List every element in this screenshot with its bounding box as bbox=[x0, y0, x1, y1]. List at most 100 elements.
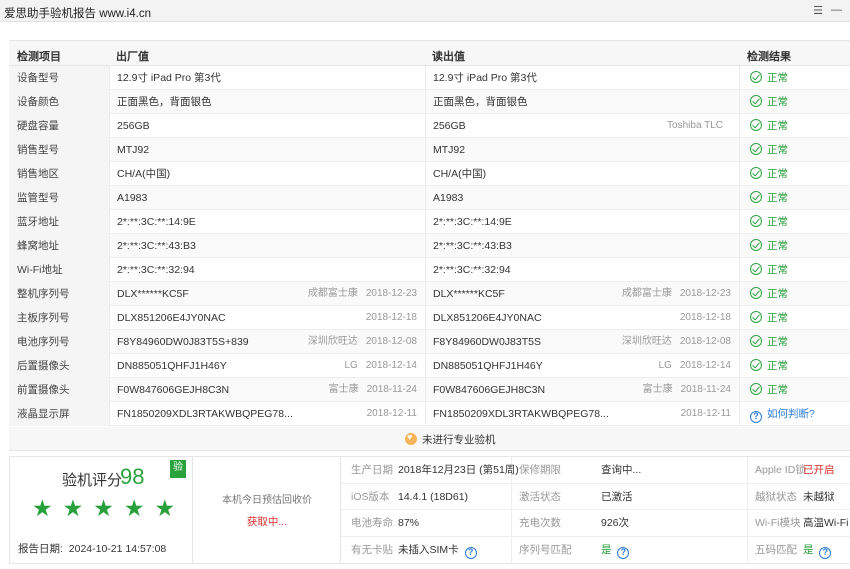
info-key: 充电次数 bbox=[519, 517, 561, 529]
result-text: 正常 bbox=[767, 168, 788, 180]
check-circle-icon bbox=[750, 263, 762, 275]
read-text: DLX851206E4JY0NAC bbox=[433, 312, 542, 324]
help-icon[interactable]: ? bbox=[819, 546, 832, 559]
read-text: DLX******KC5F bbox=[433, 288, 505, 300]
date: 2018-12-18 bbox=[365, 312, 417, 323]
result-text: 正常 bbox=[767, 192, 788, 204]
result: 正常 bbox=[739, 234, 850, 258]
result: 正常 bbox=[739, 66, 850, 90]
item-name: 后置摄像头 bbox=[9, 354, 109, 378]
factory-text: 12.9寸 iPad Pro 第3代 bbox=[117, 72, 221, 84]
result: 正常 bbox=[739, 138, 850, 162]
vendor: Toshiba TLC bbox=[667, 120, 723, 131]
result-text: 正常 bbox=[767, 240, 788, 252]
divider bbox=[747, 536, 748, 563]
date: 2018-12-11 bbox=[680, 408, 731, 419]
result: 正常 bbox=[739, 258, 850, 282]
header-result: 检测结果 bbox=[747, 51, 791, 63]
price-value[interactable]: 获取中... bbox=[193, 514, 341, 529]
info-key: 激活状态 bbox=[519, 490, 561, 503]
check-circle-icon bbox=[750, 311, 762, 323]
table-row: 后置摄像头 DN885051QHFJ1H46Y LG 2018-12-14 DN8850… bbox=[9, 354, 850, 378]
factory-value: 2*:**:3C:**:32:94 bbox=[109, 258, 425, 282]
list-icon[interactable]: ☰ bbox=[813, 4, 823, 17]
manufacturer-info: 深圳欣旺达 2018-12-08 bbox=[308, 330, 417, 354]
info-value-text: 查询中... bbox=[601, 464, 642, 476]
factory-text: 正面黑色，背面银色 bbox=[117, 96, 212, 108]
info-row: 电池寿命 87% 充电次数 926次 Wi-Fi模块 高温Wi-Fi bbox=[341, 510, 850, 537]
item-name: 液晶显示屏 bbox=[9, 402, 109, 426]
score-value: 98 bbox=[120, 464, 145, 489]
check-circle-icon bbox=[750, 215, 762, 227]
info-value: 高温Wi-Fi bbox=[803, 510, 849, 536]
shield-icon bbox=[405, 432, 417, 445]
item-name: 整机序列号 bbox=[9, 282, 109, 306]
table-header: 检测项目 出厂值 读出值 检测结果 bbox=[9, 41, 850, 66]
help-icon[interactable]: ? bbox=[464, 546, 477, 559]
info-value: 未越狱 bbox=[803, 484, 835, 510]
factory-text: F8Y84960DW0J83T5S+839 bbox=[117, 336, 249, 348]
table-row: 设备型号 12.9寸 iPad Pro 第3代 12.9寸 iPad Pro 第3代… bbox=[9, 66, 850, 90]
table-row: 液晶显示屏 FN1850209XDL3RTAKWBQPEG78... 2018-12… bbox=[9, 402, 850, 426]
help-icon[interactable]: ? bbox=[617, 546, 630, 559]
table-row: 蜂窝地址 2*:**:3C:**:43:B3 2*:**:3C:**:43:B3 正常 bbox=[9, 234, 850, 258]
item-name: 设备颜色 bbox=[9, 90, 109, 114]
result: 正常 bbox=[739, 186, 850, 210]
check-circle-icon bbox=[750, 167, 762, 179]
read-value: CH/A(中国) bbox=[425, 162, 739, 186]
divider bbox=[747, 457, 748, 483]
info-value: 查询中... bbox=[601, 457, 641, 483]
item-name: 蜂窝地址 bbox=[9, 234, 109, 258]
factory-value: MTJ92 bbox=[109, 138, 425, 162]
read-value: 正面黑色，背面银色 bbox=[425, 90, 739, 114]
factory-text: CH/A(中国) bbox=[117, 168, 171, 180]
result-text: 正常 bbox=[767, 216, 788, 228]
report-date: 报告日期: 2024-10-21 14:57:08 bbox=[18, 541, 166, 556]
manufacturer-info: 2018-12-18 bbox=[672, 306, 731, 330]
item-name: 设备型号 bbox=[9, 66, 109, 90]
minimize-icon[interactable]: — bbox=[831, 4, 842, 17]
info-value-text: 高温Wi-Fi bbox=[803, 517, 849, 529]
pro-check-bar[interactable]: 未进行专业验机 bbox=[9, 427, 850, 451]
vendor: 深圳欣旺达 bbox=[621, 336, 672, 347]
info-value: 已激活 bbox=[601, 484, 633, 510]
report-date-value: 2024-10-21 14:57:08 bbox=[68, 543, 167, 555]
check-circle-icon bbox=[750, 239, 762, 251]
read-value: F0W847606GEJH8C3N 富士康 2018-11-24 bbox=[425, 378, 739, 402]
date: 2018-12-08 bbox=[365, 336, 417, 347]
factory-text: F0W847606GEJH8C3N bbox=[117, 384, 230, 396]
info-value-text: 是 bbox=[601, 543, 612, 556]
date: 2018-12-14 bbox=[365, 360, 417, 371]
read-text: A1983 bbox=[433, 192, 464, 204]
divider bbox=[747, 483, 748, 510]
read-value: 2*:**:3C:**:32:94 bbox=[425, 258, 739, 282]
factory-text: FN1850209XDL3RTAKWBQPEG78... bbox=[117, 408, 293, 420]
vendor: 深圳欣旺达 bbox=[307, 336, 358, 347]
item-name: 前置摄像头 bbox=[9, 378, 109, 402]
item-name: 销售型号 bbox=[9, 138, 109, 162]
factory-text: 2*:**:3C:**:32:94 bbox=[117, 264, 195, 276]
score-box: 验机评分 98 验 ★ ★ ★ ★ ★ 报告日期: 2024-10-21 14:57:0… bbox=[10, 457, 193, 563]
table-row: 电池序列号 F8Y84960DW0J83T5S+839 深圳欣旺达 2018-12-0… bbox=[9, 330, 850, 354]
table-row: 前置摄像头 F0W847606GEJH8C3N 富士康 2018-11-24 F0W84… bbox=[9, 378, 850, 402]
info-key: 五码匹配 bbox=[755, 543, 797, 556]
window-title: 爱思助手验机报告 www.i4.cn bbox=[4, 8, 151, 20]
vendor: LG bbox=[344, 360, 358, 371]
read-value: MTJ92 bbox=[425, 138, 739, 162]
info-value: 是 ? bbox=[601, 537, 634, 563]
date: 2018-12-23 bbox=[679, 288, 731, 299]
result[interactable]: ? 如何判断? bbox=[739, 402, 850, 426]
read-value: FN1850209XDL3RTAKWBQPEG78... 2018-12-11 bbox=[425, 402, 739, 426]
table-row: 销售地区 CH/A(中国) CH/A(中国) 正常 bbox=[9, 162, 850, 186]
factory-text: A1983 bbox=[117, 192, 148, 204]
help-icon[interactable]: ? bbox=[750, 411, 762, 423]
manufacturer-info: 2018-12-11 bbox=[359, 402, 417, 426]
price-box[interactable]: 本机今日预估回收价 获取中... bbox=[193, 457, 341, 563]
result-text: 正常 bbox=[767, 120, 788, 132]
header-factory: 出厂值 bbox=[116, 51, 149, 63]
info-key: 保修期限 bbox=[519, 464, 561, 476]
check-circle-icon bbox=[750, 71, 762, 83]
result-text: 如何判断? bbox=[767, 408, 815, 420]
report-date-label: 报告日期: bbox=[18, 543, 63, 555]
info-row: 有无卡贴 未插入SIM卡 ? 序列号匹配是 ? 五码匹配是 ? bbox=[341, 536, 850, 564]
